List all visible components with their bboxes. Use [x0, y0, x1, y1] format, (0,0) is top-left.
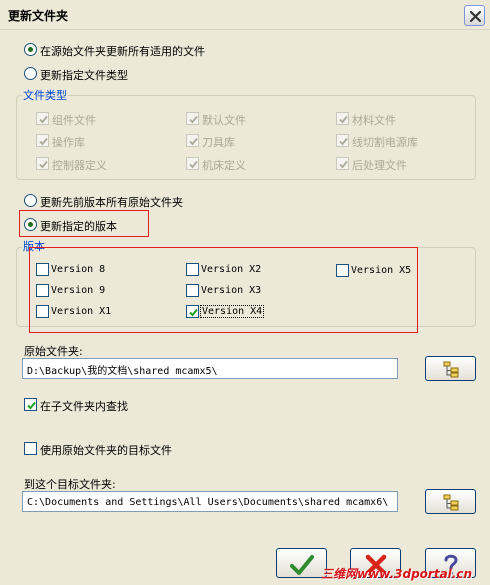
check-icon: [189, 115, 198, 124]
file-type-checkbox[interactable]: [186, 157, 199, 170]
update-previous-label: 更新先前版本所有原始文件夹: [40, 196, 183, 209]
search-subfolders-checkbox[interactable]: [24, 398, 37, 411]
check-icon: [189, 137, 198, 146]
check-icon: [39, 137, 48, 146]
folder-tree-icon: [443, 361, 459, 378]
file-type-checkbox[interactable]: [336, 157, 349, 170]
ok-button[interactable]: [276, 548, 327, 578]
search-subfolders-label: 在子文件夹内查找: [40, 400, 128, 413]
source-folder-value: D:\Backup\我的文档\shared mcamx5\: [27, 366, 218, 377]
file-type-checkbox[interactable]: [36, 134, 49, 147]
check-icon: [339, 115, 348, 124]
file-type-label: 线切割电源库: [352, 136, 418, 149]
version-checkbox[interactable]: [186, 305, 199, 318]
check-icon: [39, 160, 48, 169]
file-type-label: 默认文件: [202, 114, 246, 127]
update-specified-label: 更新指定文件类型: [40, 69, 128, 82]
browse-source-button[interactable]: [425, 356, 476, 381]
file-type-checkbox[interactable]: [336, 134, 349, 147]
check-icon: [339, 137, 348, 146]
file-type-label: 控制器定义: [52, 159, 107, 172]
version-label: Version X4: [200, 305, 265, 318]
check-icon: [189, 160, 198, 169]
check-icon: [39, 115, 48, 124]
file-type-checkbox[interactable]: [186, 112, 199, 125]
window-title: 更新文件夹: [8, 9, 69, 23]
check-icon: [27, 401, 36, 410]
source-folder-input[interactable]: D:\Backup\我的文档\shared mcamx5\: [22, 358, 398, 379]
version-checkbox[interactable]: [186, 284, 199, 297]
file-type-label: 后处理文件: [352, 159, 407, 172]
file-types-title: 文件类型: [22, 87, 68, 103]
title-bar: 更新文件夹: [0, 0, 490, 30]
check-icon: [339, 160, 348, 169]
update-specified-version-radio[interactable]: [24, 218, 37, 231]
use-source-target-label: 使用原始文件夹的目标文件: [40, 444, 172, 457]
update-specified-version-label: 更新指定的版本: [40, 220, 117, 233]
file-type-label: 操作库: [52, 136, 85, 149]
update-specified-radio[interactable]: [24, 67, 37, 80]
version-label: Version X1: [51, 306, 112, 317]
file-type-label: 材料文件: [352, 114, 396, 127]
checkmark-icon: [290, 555, 314, 575]
file-type-label: 刀具库: [202, 136, 235, 149]
file-type-checkbox[interactable]: [336, 112, 349, 125]
folder-tree-icon: [443, 494, 459, 511]
target-folder-value: C:\Documents and Settings\All Users\Docu…: [27, 497, 389, 508]
update-all-label: 在源始文件夹更新所有适用的文件: [40, 45, 205, 58]
file-type-label: 机床定义: [202, 159, 246, 172]
file-type-checkbox[interactable]: [36, 112, 49, 125]
target-folder-label: 到这个目标文件夹:: [24, 478, 116, 491]
version-checkbox[interactable]: [36, 284, 49, 297]
use-source-target-checkbox[interactable]: [24, 442, 37, 455]
close-icon: [469, 10, 482, 23]
version-checkbox[interactable]: [336, 264, 349, 277]
target-folder-input[interactable]: C:\Documents and Settings\All Users\Docu…: [22, 491, 398, 512]
version-label: Version 9: [51, 285, 106, 296]
version-checkbox[interactable]: [36, 305, 49, 318]
close-button[interactable]: [464, 5, 485, 26]
browse-target-button[interactable]: [425, 489, 476, 514]
source-folder-label: 原始文件夹:: [24, 345, 83, 358]
update-all-radio[interactable]: [24, 43, 37, 56]
version-checkbox[interactable]: [36, 263, 49, 276]
version-label: Version X5: [351, 265, 412, 276]
file-type-checkbox[interactable]: [186, 134, 199, 147]
watermark: 三维网www.3dportal.cn: [321, 567, 472, 581]
version-label: Version X2: [201, 264, 262, 275]
file-type-checkbox[interactable]: [36, 157, 49, 170]
file-type-label: 组件文件: [52, 114, 96, 127]
version-label: Version X3: [201, 285, 262, 296]
check-icon: [189, 308, 198, 317]
version-label: Version 8: [51, 264, 106, 275]
update-previous-radio[interactable]: [24, 194, 37, 207]
version-checkbox[interactable]: [186, 263, 199, 276]
